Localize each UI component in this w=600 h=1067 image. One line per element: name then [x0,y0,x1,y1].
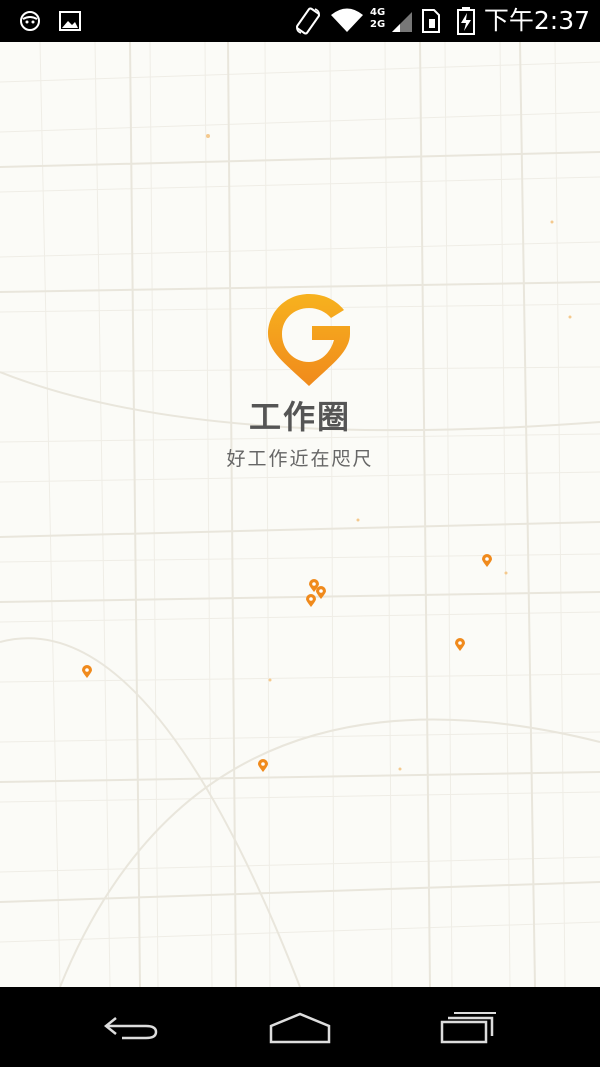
network-type-bottom: 2G [370,19,386,30]
image-notification-icon [59,11,81,31]
sim-icon [422,9,440,33]
recent-apps-button[interactable] [428,1005,508,1049]
map-marker-icon [482,554,492,567]
home-icon [269,1012,331,1044]
status-clock: 下午2:37 [483,6,590,35]
robot-notification-icon [20,11,40,31]
signal-icon [392,12,412,32]
screen: 4G 2G 下午2:37 工作圈 好工作近在咫尺 [0,0,600,1067]
map-roads-minor [0,42,600,987]
location-pin-g-logo-icon [268,294,350,386]
splash-screen: 工作圈 好工作近在咫尺 [0,42,600,987]
map-roads-major [0,42,600,987]
home-button[interactable] [260,1005,340,1049]
rotate-icon [295,7,321,35]
app-slogan: 好工作近在咫尺 [226,448,374,470]
wifi-icon [331,8,363,32]
navigation-bar [0,987,600,1067]
network-type-label: 4G 2G [370,7,388,31]
map-marker-icon [258,759,268,772]
map-marker-icon [455,638,465,651]
app-name: 工作圈 [248,398,351,436]
map-background [0,42,600,987]
back-icon [103,1017,158,1040]
status-bar: 4G 2G 下午2:37 [0,0,600,42]
battery-charging-icon [457,7,475,35]
back-button[interactable] [92,1005,172,1049]
network-type-top: 4G [370,7,386,18]
map-marker-icon [82,665,92,678]
recent-apps-icon [440,1012,496,1044]
map-marker-icon [306,594,316,607]
